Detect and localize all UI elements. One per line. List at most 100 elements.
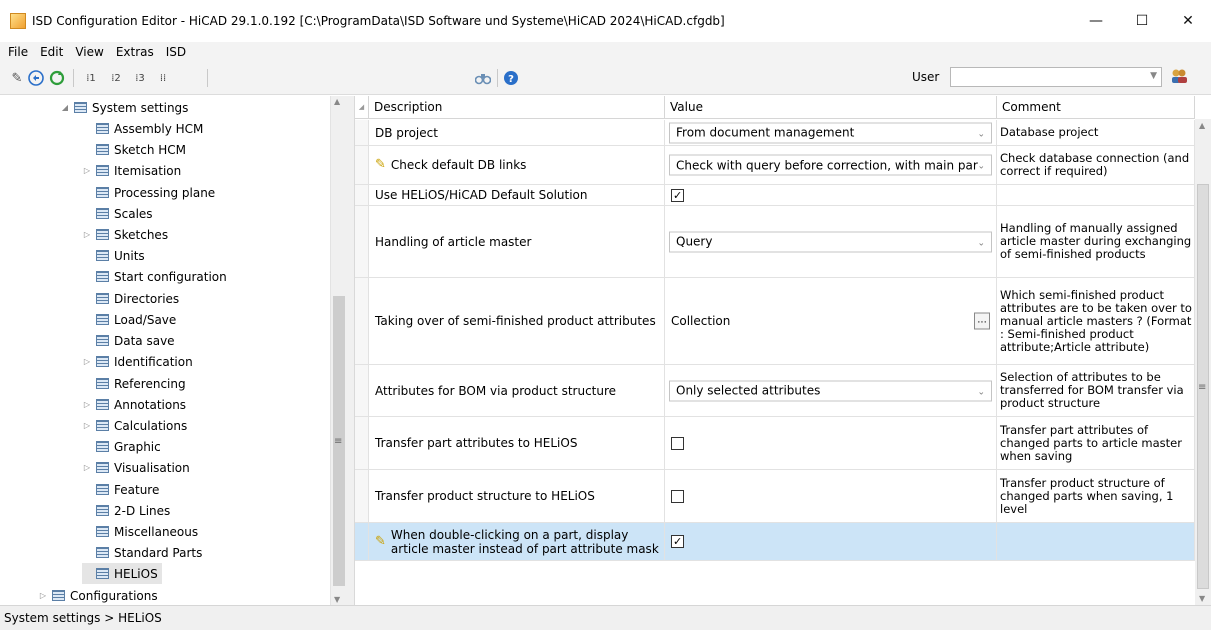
value-cell: From document management ⌄ — [665, 120, 997, 146]
undo-icon[interactable] — [27, 69, 45, 87]
row-selector[interactable] — [355, 417, 369, 470]
tree-node-calculations[interactable]: ▷ Calculations — [82, 415, 187, 436]
tree-node-graphic[interactable]: Graphic — [82, 436, 161, 457]
bom-attributes-combo[interactable]: Only selected attributes ⌄ — [669, 380, 992, 401]
row-selector[interactable] — [355, 206, 369, 278]
menu-file[interactable]: File — [2, 45, 34, 59]
column-header-value[interactable]: Value — [665, 96, 997, 119]
description-cell: Taking over of semi-finished product att… — [369, 278, 665, 365]
pencil-icon[interactable]: ✎ — [8, 69, 26, 87]
tree-node-system-settings[interactable]: ◢ System settings — [60, 97, 189, 118]
table-icon — [96, 250, 109, 261]
settings-tree[interactable]: ◢ System settings Assembly HCM Sketch HCM… — [0, 96, 330, 605]
collapse-icon[interactable]: ◢ — [60, 103, 70, 112]
expand-icon[interactable]: ▷ — [82, 357, 92, 366]
comment-cell: Transfer part attributes of changed part… — [997, 417, 1195, 470]
tree-node-visualisation[interactable]: ▷ Visualisation — [82, 457, 190, 478]
value-cell: Only selected attributes ⌄ — [665, 365, 997, 417]
tree-node-scales[interactable]: Scales — [82, 203, 153, 224]
tree-node-annotations[interactable]: ▷ Annotations — [82, 394, 186, 415]
level-3-icon[interactable]: ⁞3 — [129, 69, 151, 87]
tree-node-2d-lines[interactable]: 2-D Lines — [82, 500, 170, 521]
scroll-up-icon[interactable]: ▲ — [1199, 121, 1205, 130]
tree-node-units[interactable]: Units — [82, 245, 145, 266]
tree-node-helios[interactable]: HELiOS — [82, 563, 162, 584]
tree-node-identification[interactable]: ▷ Identification — [82, 351, 193, 372]
expand-icon[interactable]: ▷ — [82, 166, 92, 175]
comment-cell — [997, 523, 1195, 561]
value-cell: Check with query before correction, with… — [665, 146, 997, 185]
column-header-comment[interactable]: Comment — [997, 96, 1195, 119]
row-selector[interactable] — [355, 185, 369, 206]
tree-scrollbar[interactable]: ▲ ≡ ▼ — [330, 96, 346, 605]
transfer-part-attributes-checkbox[interactable] — [671, 436, 684, 450]
close-button[interactable]: ✕ — [1165, 0, 1211, 42]
scroll-down-icon[interactable]: ▼ — [334, 595, 340, 604]
svg-text:?: ? — [508, 74, 514, 85]
tree-node-configurations[interactable]: ▷ Configurations — [38, 585, 158, 605]
table-icon — [96, 441, 109, 452]
tree-node-sketches[interactable]: ▷ Sketches — [82, 224, 168, 245]
tree-node-data-save[interactable]: Data save — [82, 330, 175, 351]
tree-node-referencing[interactable]: Referencing — [82, 373, 186, 394]
tree-node-assembly-hcm[interactable]: Assembly HCM — [82, 118, 203, 139]
level-1-icon[interactable]: ⁞1 — [80, 69, 102, 87]
column-header-description[interactable]: Description — [369, 96, 665, 119]
row-selector[interactable] — [355, 523, 369, 561]
comment-cell: Handling of manually assigned article ma… — [997, 206, 1195, 278]
collection-edit-button[interactable]: ... — [974, 312, 990, 330]
table-icon — [96, 123, 109, 134]
tree-node-directories[interactable]: Directories — [82, 288, 179, 309]
tree-node-sketch-hcm[interactable]: Sketch HCM — [82, 139, 186, 160]
pane-splitter[interactable] — [346, 96, 355, 605]
tree-node-load-save[interactable]: Load/Save — [82, 309, 176, 330]
level-all-icon[interactable]: ⁞⁞ — [152, 69, 174, 87]
users-icon[interactable] — [1170, 68, 1188, 84]
expand-icon[interactable]: ▷ — [82, 400, 92, 409]
tree-node-miscellaneous[interactable]: Miscellaneous — [82, 521, 198, 542]
article-master-combo[interactable]: Query ⌄ — [669, 231, 992, 252]
title-bar: ISD Configuration Editor - HiCAD 29.1.0.… — [0, 0, 1211, 42]
expand-icon[interactable]: ▷ — [38, 591, 48, 600]
scroll-up-icon[interactable]: ▲ — [334, 97, 340, 106]
menu-isd[interactable]: ISD — [160, 45, 192, 59]
maximize-button[interactable]: ☐ — [1119, 0, 1165, 42]
menu-edit[interactable]: Edit — [34, 45, 69, 59]
scroll-down-icon[interactable]: ▼ — [1199, 594, 1205, 603]
check-db-links-combo[interactable]: Check with query before correction, with… — [669, 154, 992, 176]
level-2-icon[interactable]: ⁞2 — [105, 69, 127, 87]
comment-cell: Check database connection (and correct i… — [997, 146, 1195, 185]
row-selector[interactable] — [355, 120, 369, 146]
double-click-article-master-checkbox[interactable] — [671, 535, 684, 548]
binoculars-icon[interactable] — [474, 69, 492, 87]
expand-icon[interactable]: ▷ — [82, 230, 92, 239]
tree-node-feature[interactable]: Feature — [82, 479, 159, 500]
grid-scrollbar[interactable]: ▲ ≡ ▼ — [1195, 119, 1211, 605]
tree-node-standard-parts[interactable]: Standard Parts — [82, 542, 202, 563]
description-cell: Transfer part attributes to HELiOS — [369, 417, 665, 470]
table-icon — [96, 187, 109, 198]
help-icon[interactable]: ? — [502, 69, 520, 87]
row-selector[interactable] — [355, 146, 369, 185]
expand-icon[interactable]: ▷ — [82, 463, 92, 472]
menu-extras[interactable]: Extras — [110, 45, 160, 59]
expand-icon[interactable]: ▷ — [82, 421, 92, 430]
transfer-product-structure-checkbox[interactable] — [671, 489, 684, 503]
tree-node-itemisation[interactable]: ▷ Itemisation — [82, 160, 181, 181]
description-cell: Attributes for BOM via product structure — [369, 365, 665, 417]
minimize-button[interactable]: — — [1073, 0, 1119, 42]
table-icon — [96, 547, 109, 558]
refresh-icon[interactable] — [48, 69, 66, 87]
user-combobox[interactable]: ▼ — [950, 67, 1162, 87]
settings-grid: ◢ Description Value Comment DB project F… — [355, 96, 1195, 605]
default-solution-checkbox[interactable] — [671, 188, 684, 202]
row-selector[interactable] — [355, 365, 369, 417]
tree-node-start-configuration[interactable]: Start configuration — [82, 266, 227, 287]
row-selector[interactable] — [355, 470, 369, 523]
comment-cell: Database project — [997, 120, 1195, 146]
row-selector[interactable] — [355, 278, 369, 365]
tree-node-processing-plane[interactable]: Processing plane — [82, 182, 215, 203]
db-project-combo[interactable]: From document management ⌄ — [669, 122, 992, 143]
menu-view[interactable]: View — [69, 45, 109, 59]
app-icon — [10, 13, 26, 29]
